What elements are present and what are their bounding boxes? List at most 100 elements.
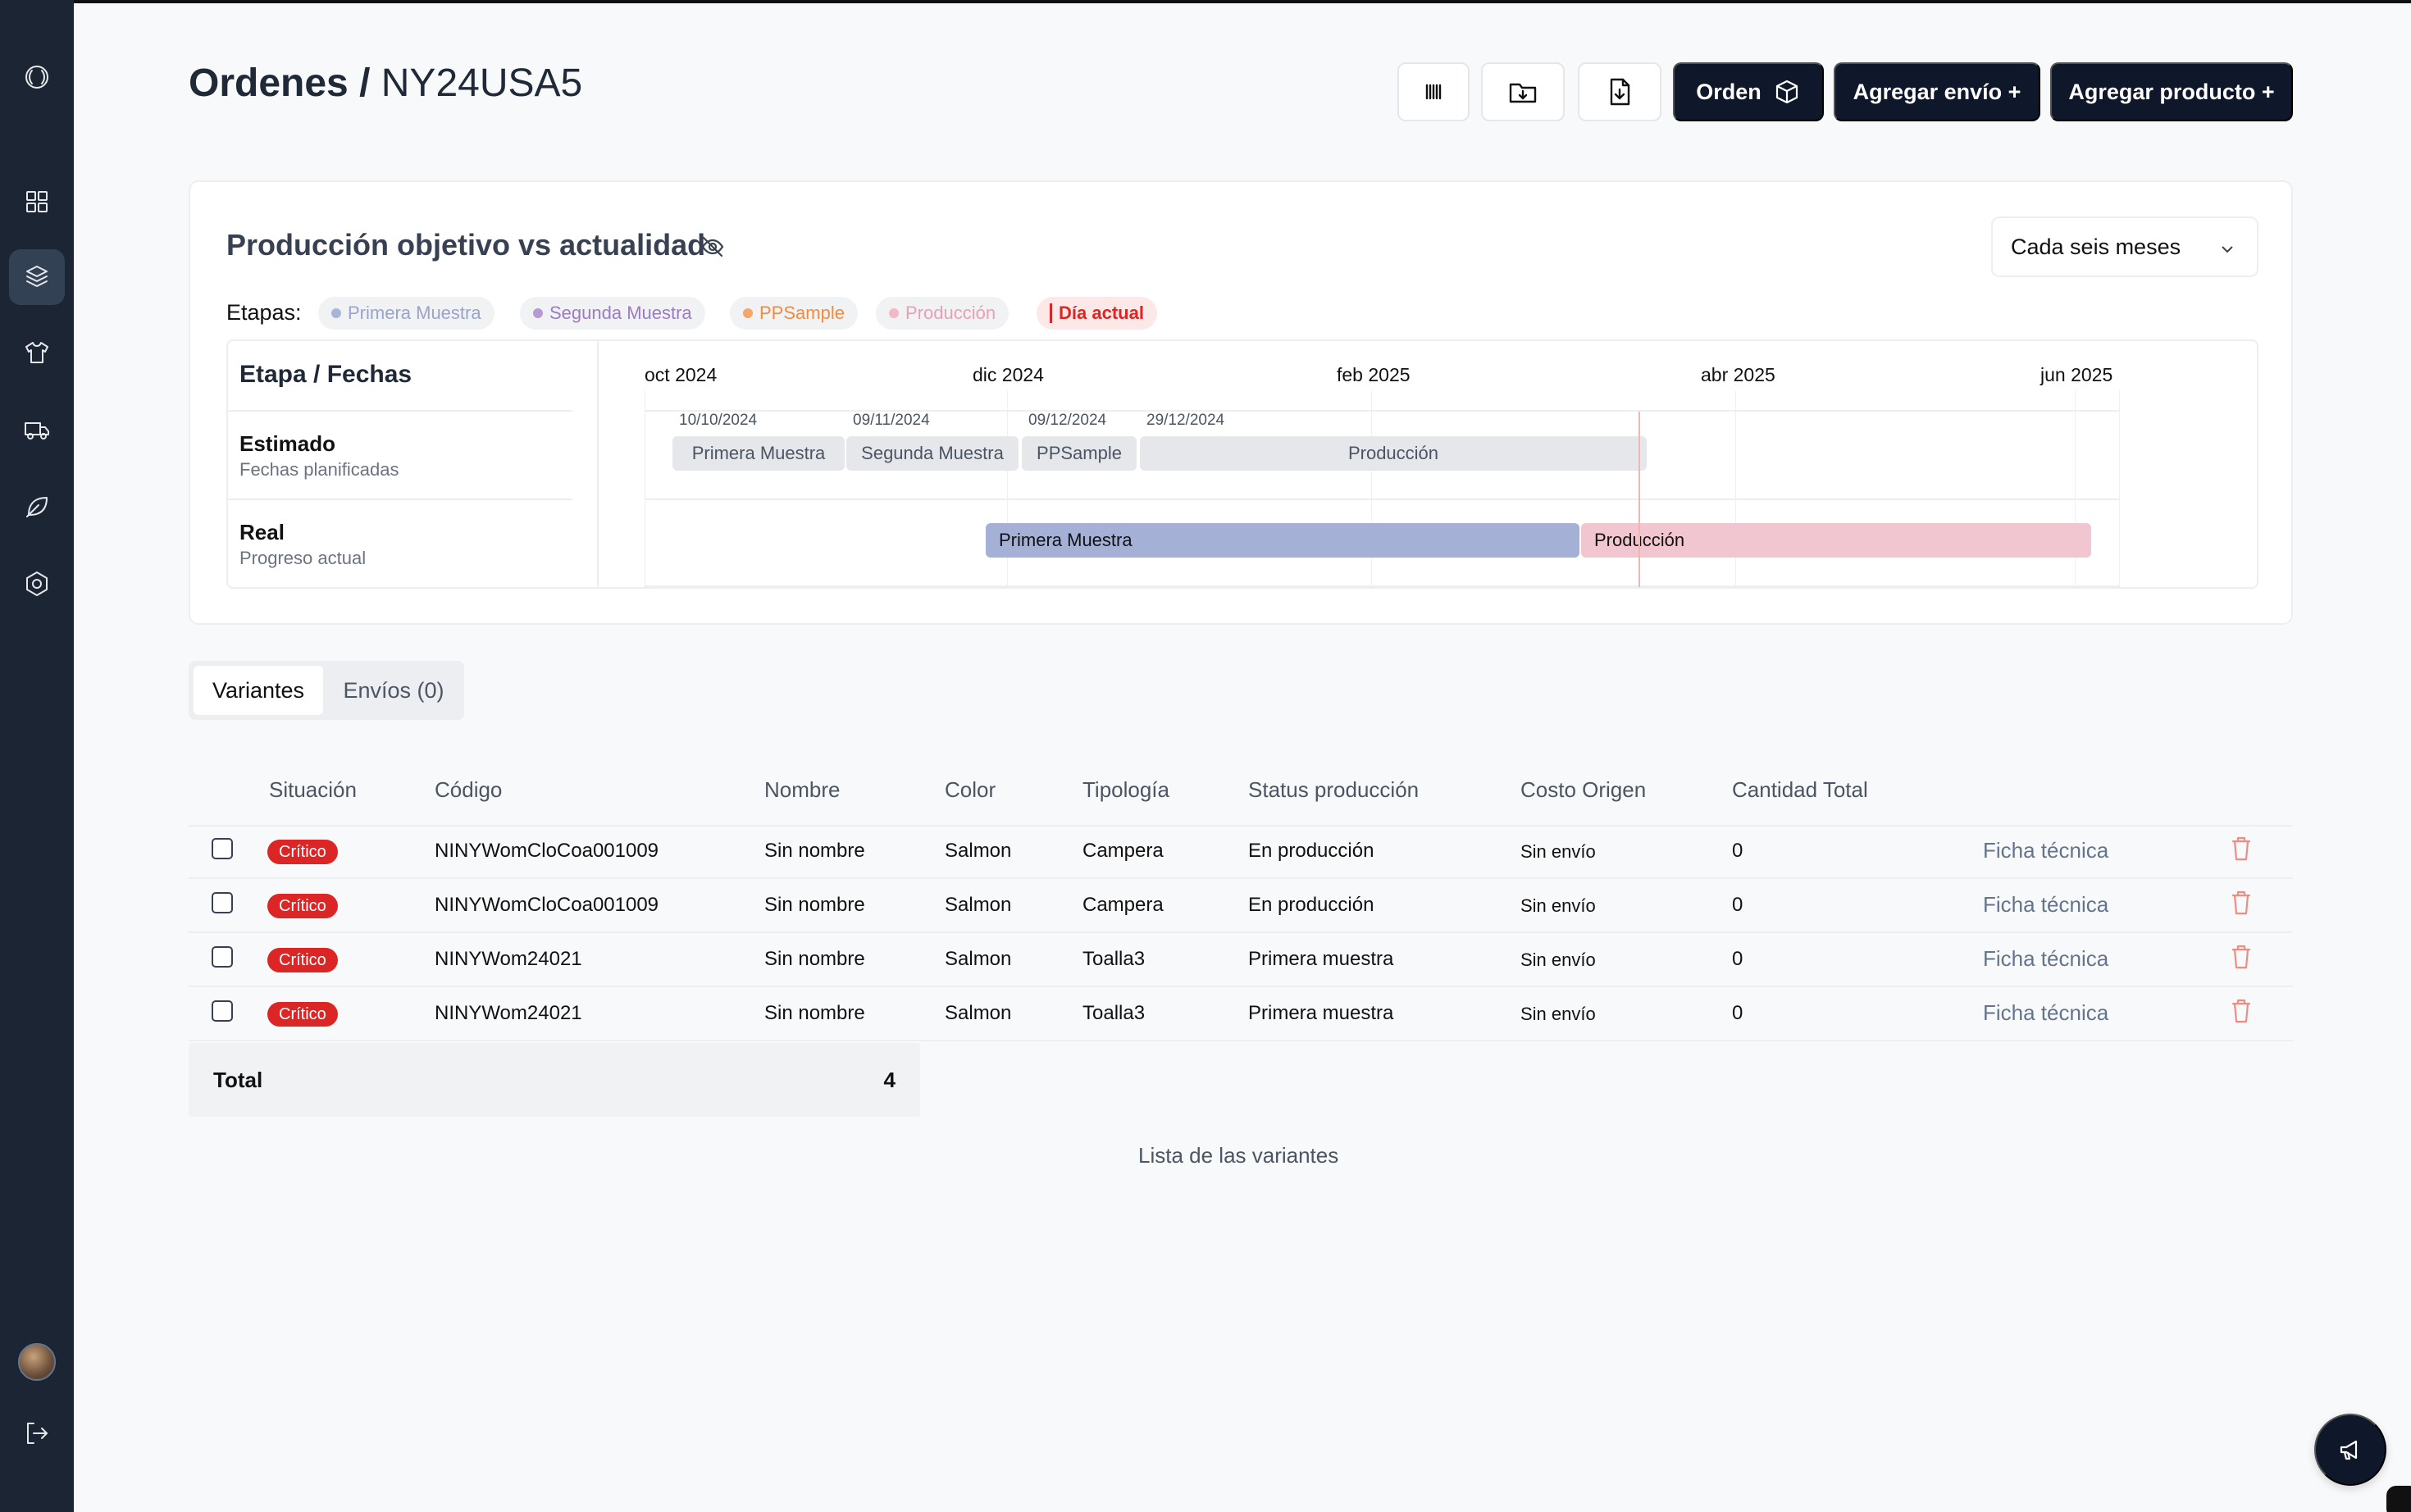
barcode-button[interactable] xyxy=(1397,62,1470,121)
row-real-title: Real xyxy=(239,520,285,544)
estimated-date: 10/10/2024 xyxy=(679,412,758,429)
type-cell: Toalla3 xyxy=(1082,948,1146,970)
spec-sheet-link[interactable]: Ficha técnica xyxy=(1983,946,2108,972)
color-cell: Salmon xyxy=(945,840,1012,862)
tab-shipments[interactable]: Envíos (0) xyxy=(328,666,459,715)
column-header[interactable]: Status producción xyxy=(1248,777,1419,803)
corner-widget[interactable] xyxy=(2386,1486,2411,1512)
spec-sheet-link[interactable]: Ficha técnica xyxy=(1983,892,2108,918)
color-cell: Salmon xyxy=(945,894,1012,916)
stage-pill-ppsample: PPSample xyxy=(730,297,858,330)
code-cell: NINYWomCloCoa001009 xyxy=(435,840,659,862)
avatar[interactable] xyxy=(18,1343,56,1381)
production-cell: En producción xyxy=(1248,840,1374,862)
gantt-header: Etapa / Fechas xyxy=(239,361,412,388)
name-cell: Sin nombre xyxy=(764,948,865,970)
row-estimated-subtitle: Fechas planificadas xyxy=(239,459,399,480)
truck-icon[interactable] xyxy=(9,402,65,458)
orders-icon[interactable] xyxy=(9,249,65,305)
feedback-button[interactable] xyxy=(2314,1414,2386,1486)
name-cell: Sin nombre xyxy=(764,840,865,862)
trash-icon[interactable] xyxy=(2229,835,2254,863)
add-shipment-button[interactable]: Agregar envío + xyxy=(1834,62,2040,121)
add-product-button[interactable]: Agregar producto + xyxy=(2050,62,2293,121)
row-checkbox[interactable] xyxy=(212,946,233,968)
row-real-subtitle: Progreso actual xyxy=(239,548,367,568)
order-button[interactable]: Orden xyxy=(1673,62,1824,121)
status-badge: Crítico xyxy=(267,894,338,918)
tab-variants[interactable]: Variantes xyxy=(194,666,323,715)
stage-pill-today: Día actual xyxy=(1037,297,1157,330)
production-card: Producción objetivo vs actualidad Cada s… xyxy=(189,180,2293,625)
estimated-bar-produccion[interactable]: Producción xyxy=(1140,436,1647,471)
qty-cell: 0 xyxy=(1732,840,1743,862)
month-label: dic 2024 xyxy=(973,364,1044,385)
column-header[interactable]: Código xyxy=(435,777,502,803)
cost-cell: Sin envío xyxy=(1520,1004,1596,1024)
logout-icon[interactable] xyxy=(9,1405,65,1461)
qty-cell: 0 xyxy=(1732,948,1743,970)
code-cell: NINYWom24021 xyxy=(435,948,582,970)
status-badge: Crítico xyxy=(267,840,338,864)
qty-cell: 0 xyxy=(1732,894,1743,916)
download-file-button[interactable] xyxy=(1578,62,1661,121)
type-cell: Campera xyxy=(1082,894,1164,916)
estimated-bar-ppsample[interactable]: PPSample xyxy=(1022,436,1137,471)
folder-download-icon xyxy=(1509,83,1537,103)
total-value: 4 xyxy=(883,1068,896,1092)
spec-sheet-link[interactable]: Ficha técnica xyxy=(1983,838,2108,863)
stage-pill-segunda: Segunda Muestra xyxy=(520,297,705,330)
type-cell: Toalla3 xyxy=(1082,1002,1146,1024)
column-header[interactable]: Tipología xyxy=(1082,777,1169,803)
file-download-icon xyxy=(1610,78,1630,106)
trash-icon[interactable] xyxy=(2229,997,2254,1025)
production-cell: Primera muestra xyxy=(1248,1002,1394,1024)
estimated-date: 09/12/2024 xyxy=(1028,412,1107,429)
download-folder-button[interactable] xyxy=(1481,62,1565,121)
logo-icon[interactable] xyxy=(9,49,65,105)
period-select[interactable]: Cada seis meses xyxy=(1991,216,2258,277)
row-estimated-title: Estimado xyxy=(239,431,336,456)
estimated-bar-segunda[interactable]: Segunda Muestra xyxy=(846,436,1019,471)
month-label: jun 2025 xyxy=(2040,364,2113,385)
row-checkbox[interactable] xyxy=(212,838,233,859)
cost-cell: Sin envío xyxy=(1520,895,1596,916)
package-icon xyxy=(1775,80,1798,104)
real-bar-produccion[interactable]: Producción xyxy=(1581,523,2091,558)
column-header[interactable]: Costo Origen xyxy=(1520,777,1646,803)
leaf-icon[interactable] xyxy=(9,479,65,535)
row-checkbox[interactable] xyxy=(212,1000,233,1022)
column-header[interactable]: Cantidad Total xyxy=(1732,777,1868,803)
column-header[interactable]: Color xyxy=(945,777,996,803)
type-cell: Campera xyxy=(1082,840,1164,862)
status-badge: Crítico xyxy=(267,948,338,972)
real-bar-primera[interactable]: Primera Muestra xyxy=(986,523,1579,558)
settings-icon[interactable] xyxy=(9,556,65,612)
month-label: abr 2025 xyxy=(1701,364,1775,385)
column-header[interactable]: Situación xyxy=(269,777,357,803)
row-checkbox[interactable] xyxy=(212,892,233,913)
month-label: feb 2025 xyxy=(1337,364,1411,385)
eye-off-icon[interactable] xyxy=(700,235,725,259)
dashboard-icon[interactable] xyxy=(9,174,65,230)
code-cell: NINYWom24021 xyxy=(435,1002,582,1024)
spec-sheet-link[interactable]: Ficha técnica xyxy=(1983,1000,2108,1026)
shirt-icon[interactable] xyxy=(9,325,65,380)
trash-icon[interactable] xyxy=(2229,889,2254,917)
name-cell: Sin nombre xyxy=(764,894,865,916)
estimated-bar-primera[interactable]: Primera Muestra xyxy=(672,436,845,471)
production-cell: Primera muestra xyxy=(1248,948,1394,970)
trash-icon[interactable] xyxy=(2229,943,2254,971)
production-cell: En producción xyxy=(1248,894,1374,916)
megaphone-icon xyxy=(2340,1440,2358,1460)
estimated-date: 09/11/2024 xyxy=(853,412,930,429)
total-label: Total xyxy=(213,1068,263,1092)
chevron-down-icon xyxy=(2222,246,2233,253)
qty-cell: 0 xyxy=(1732,1002,1743,1024)
gantt-row-labels: Etapa / Fechas Estimado Fechas planifica… xyxy=(228,341,599,587)
today-marker xyxy=(1638,412,1640,587)
column-header[interactable]: Nombre xyxy=(764,777,840,803)
stage-pill-produccion: Producción xyxy=(876,297,1010,330)
color-cell: Salmon xyxy=(945,1002,1012,1024)
total-row: Total 4 xyxy=(189,1043,920,1117)
